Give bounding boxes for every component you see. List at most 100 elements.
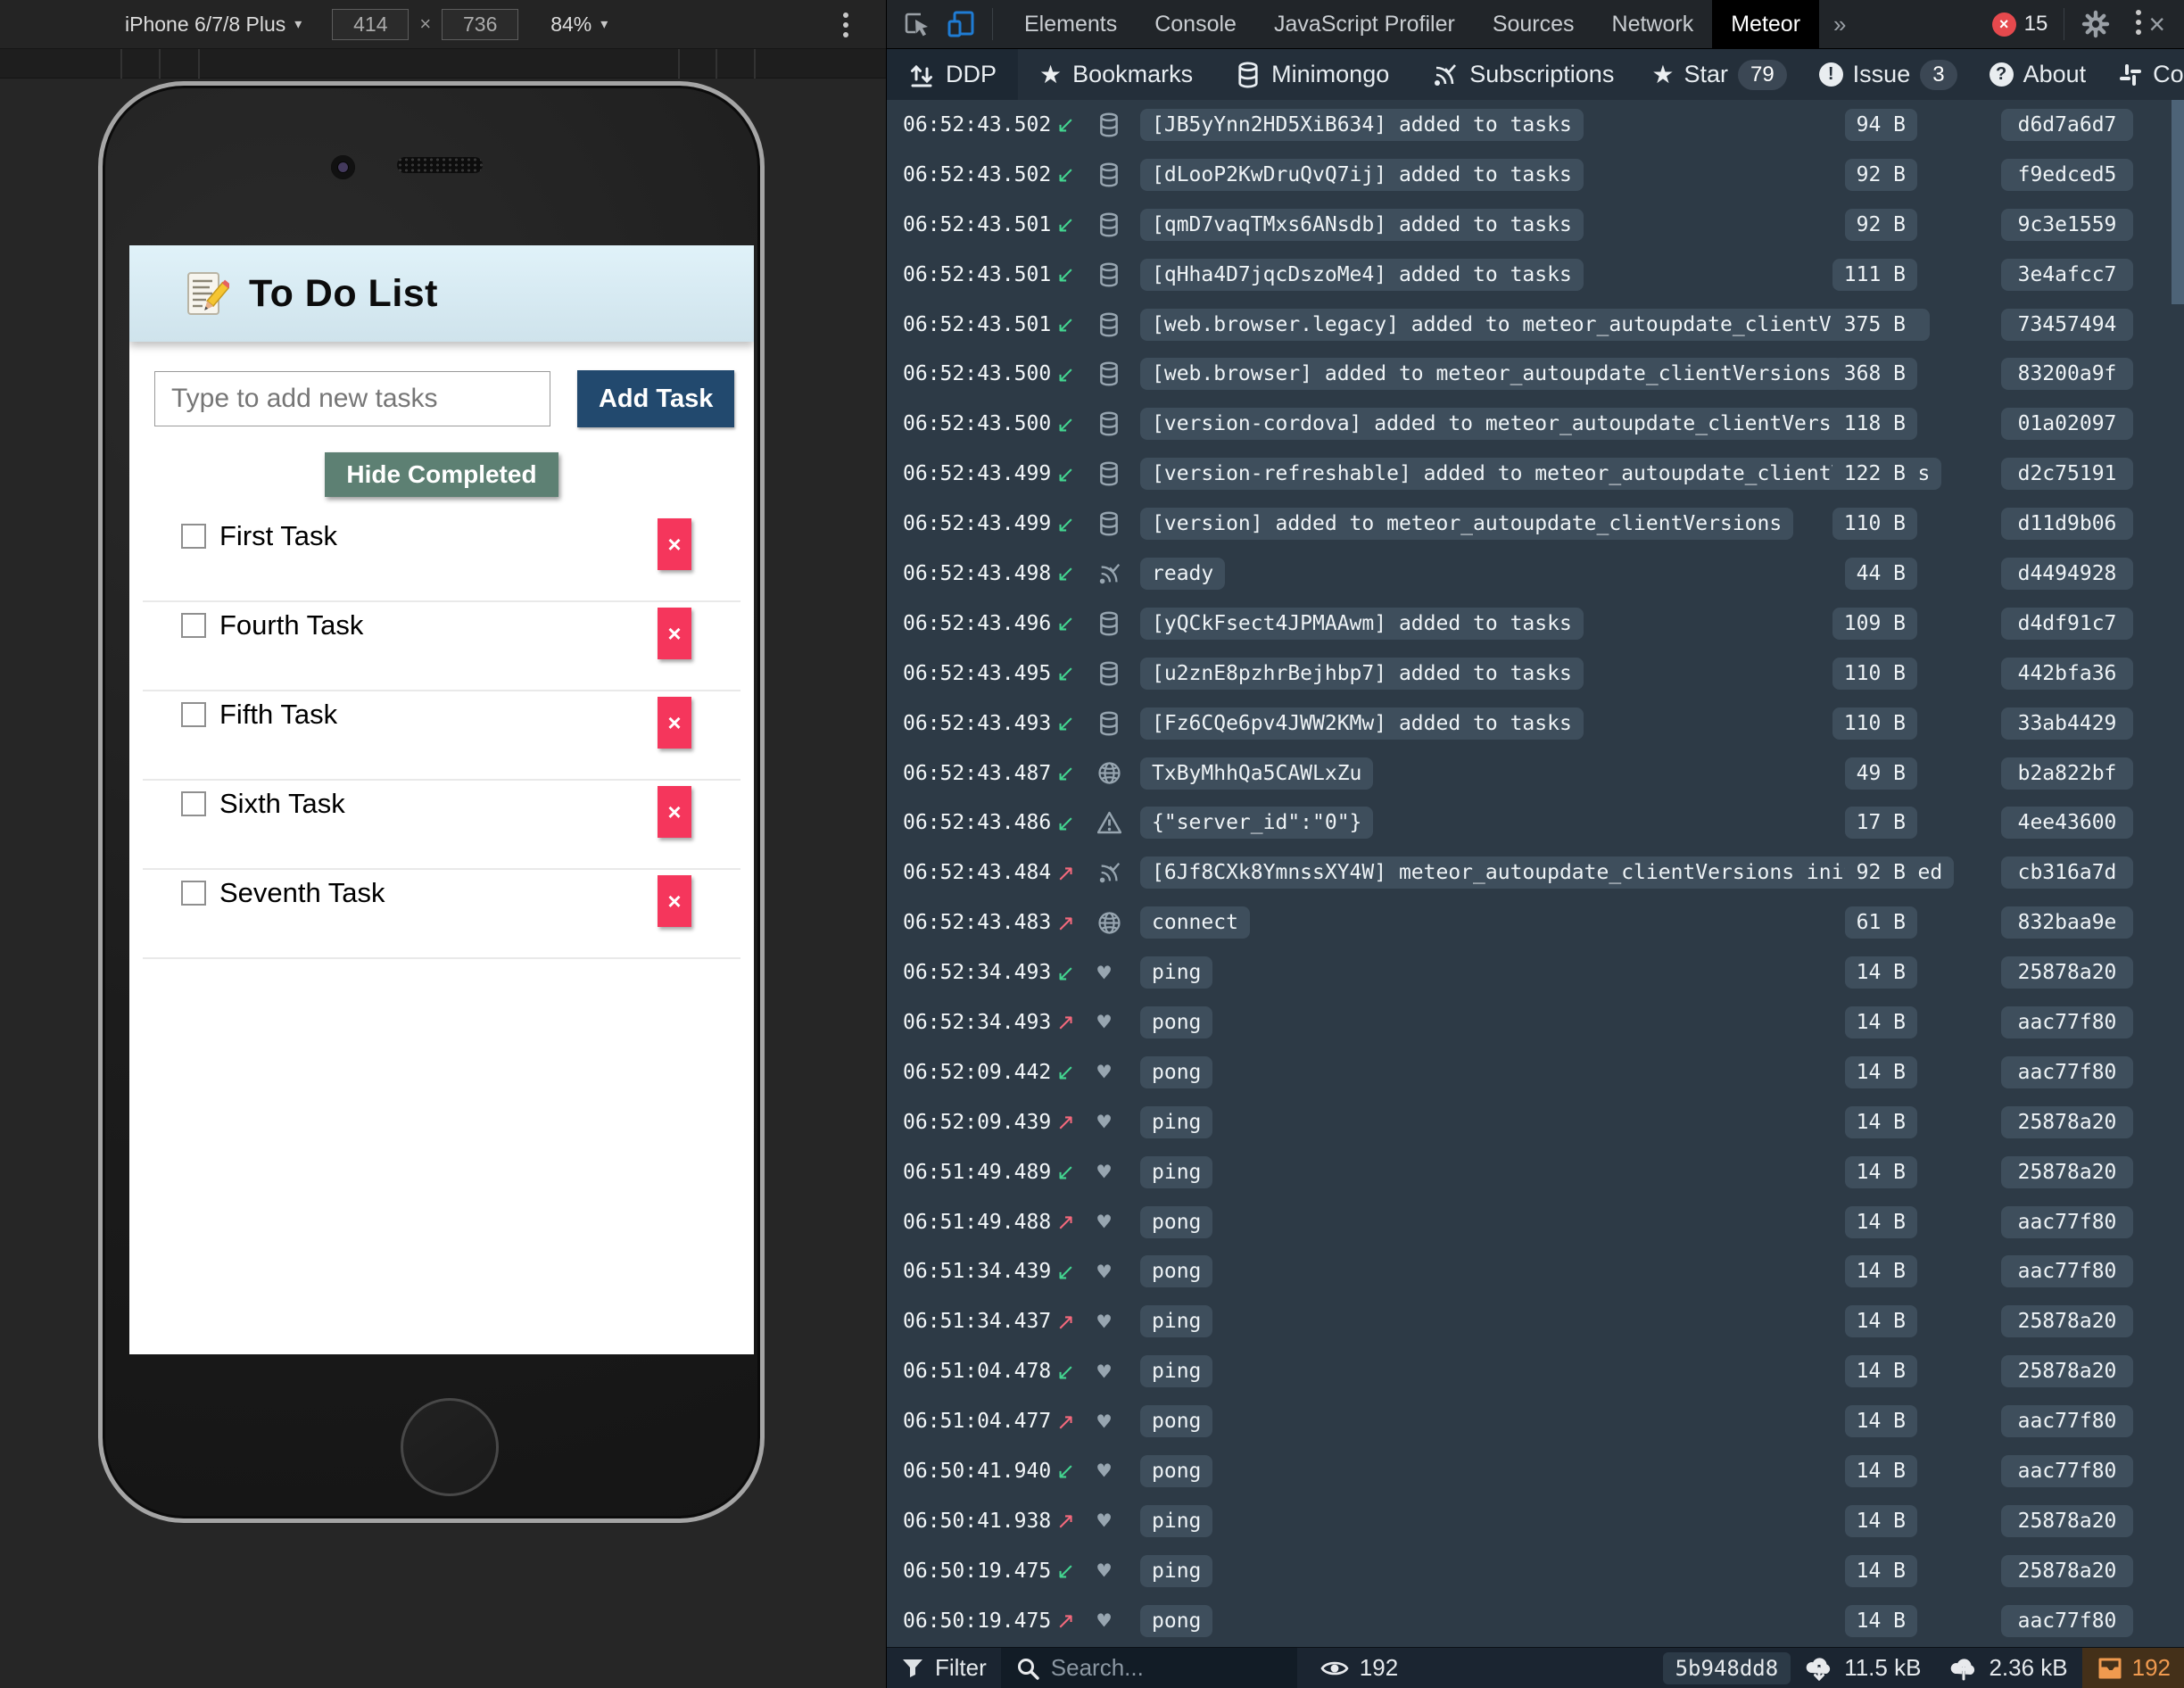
log-row[interactable]: 06:52:43.486 ↙ {"server_id":"0"} 17 B 4e… bbox=[887, 798, 2184, 848]
log-size: 61 B bbox=[1845, 906, 1917, 939]
log-row[interactable]: 06:52:43.502 ↙ [dLooP2KwDruQvQ7ij] added… bbox=[887, 150, 2184, 200]
log-row[interactable]: 06:52:43.496 ↙ [yQCkFsect4JPMAAwm] added… bbox=[887, 599, 2184, 649]
log-row[interactable]: 06:52:43.498 ↙ ready 44 B d4494928 bbox=[887, 549, 2184, 599]
log-row[interactable]: 06:52:43.499 ↙ [version-refreshable] add… bbox=[887, 449, 2184, 499]
hide-completed-button[interactable]: Hide Completed bbox=[325, 452, 558, 497]
tab-subscriptions[interactable]: Subscriptions bbox=[1410, 49, 1635, 100]
devtools-menu-button[interactable] bbox=[2136, 10, 2143, 39]
task-checkbox[interactable] bbox=[181, 613, 206, 638]
log-row[interactable]: 06:52:34.493 ↗ ♥ pong 14 B aac77f80 bbox=[887, 997, 2184, 1047]
scrollbar-thumb[interactable] bbox=[2172, 100, 2184, 304]
log-row[interactable]: 06:52:43.501 ↙ [qmD7vaqTMxs6ANsdb] added… bbox=[887, 200, 2184, 250]
delete-task-button[interactable]: × bbox=[658, 786, 691, 838]
message-type-icon: ♥ bbox=[1097, 1309, 1140, 1335]
log-row[interactable]: 06:52:34.493 ↙ ♥ ping 14 B 25878a20 bbox=[887, 947, 2184, 997]
tab-network[interactable]: Network bbox=[1593, 0, 1713, 49]
log-row[interactable]: 06:51:04.477 ↗ ♥ pong 14 B aac77f80 bbox=[887, 1396, 2184, 1446]
log-row[interactable]: 06:52:09.439 ↗ ♥ ping 14 B 25878a20 bbox=[887, 1097, 2184, 1147]
log-size: 44 B bbox=[1845, 558, 1917, 590]
session-id-badge[interactable]: 5b948dd8 bbox=[1663, 1652, 1791, 1684]
log-row[interactable]: 06:52:43.501 ↙ [qHha4D7jqcDszoMe4] added… bbox=[887, 250, 2184, 300]
task-checkbox[interactable] bbox=[181, 524, 206, 549]
delete-task-button[interactable]: × bbox=[658, 518, 691, 570]
close-devtools-button[interactable]: × bbox=[2148, 8, 2165, 41]
log-row[interactable]: 06:52:43.501 ↙ [web.browser.legacy] adde… bbox=[887, 300, 2184, 350]
gear-icon[interactable] bbox=[2081, 9, 2111, 39]
direction-arrow-icon: ↗ bbox=[1056, 1309, 1097, 1335]
community-button[interactable]: Community bbox=[2102, 61, 2184, 88]
log-timestamp: 06:52:34.493 bbox=[903, 1011, 1056, 1034]
log-row[interactable]: 06:51:34.437 ↗ ♥ ping 14 B 25878a20 bbox=[887, 1296, 2184, 1346]
task-checkbox[interactable] bbox=[181, 702, 206, 727]
tab-meteor[interactable]: Meteor bbox=[1712, 0, 1819, 49]
delete-task-button[interactable]: × bbox=[658, 875, 691, 927]
log-row[interactable]: 06:52:09.442 ↙ ♥ pong 14 B aac77f80 bbox=[887, 1047, 2184, 1097]
queued-messages-indicator[interactable]: 192 bbox=[2082, 1648, 2184, 1688]
message-type-icon bbox=[1097, 162, 1140, 187]
task-checkbox[interactable] bbox=[181, 791, 206, 816]
message-type-icon bbox=[1097, 312, 1140, 337]
log-timestamp: 06:51:49.489 bbox=[903, 1161, 1056, 1184]
log-row[interactable]: 06:50:41.938 ↗ ♥ ping 14 B 25878a20 bbox=[887, 1496, 2184, 1546]
log-row[interactable]: 06:52:43.500 ↙ [version-cordova] added t… bbox=[887, 399, 2184, 449]
device-zoom-select[interactable]: 84% ▾ bbox=[550, 12, 608, 37]
log-hash: aac77f80 bbox=[2001, 1455, 2133, 1487]
log-row[interactable]: 06:50:19.475 ↗ ♥ pong 14 B aac77f80 bbox=[887, 1596, 2184, 1646]
message-type-icon: ♥ bbox=[1097, 1608, 1140, 1634]
star-repo-button[interactable]: ★ Star 79 bbox=[1635, 60, 1802, 90]
log-row[interactable]: 06:52:43.483 ↗ connect 61 B 832baa9e bbox=[887, 898, 2184, 947]
delete-task-button[interactable]: × bbox=[658, 697, 691, 749]
task-checkbox[interactable] bbox=[181, 881, 206, 906]
log-row[interactable]: 06:52:43.493 ↙ [Fz6CQe6pv4JWW2KMw] added… bbox=[887, 699, 2184, 749]
add-task-button[interactable]: Add Task bbox=[577, 370, 734, 427]
chevron-down-icon: ▾ bbox=[294, 15, 302, 33]
device-toolbar-toggle-icon[interactable] bbox=[946, 9, 976, 39]
log-row[interactable]: 06:52:43.502 ↙ [JB5yYnn2HD5XiB634] added… bbox=[887, 100, 2184, 150]
log-row[interactable]: 06:52:43.487 ↙ TxByMhhQa5CAWLxZu 49 B b2… bbox=[887, 749, 2184, 798]
direction-arrow-icon: ↙ bbox=[1056, 1159, 1097, 1185]
log-row[interactable]: 06:51:49.488 ↗ ♥ pong 14 B aac77f80 bbox=[887, 1197, 2184, 1247]
log-row[interactable]: 06:50:41.940 ↙ ♥ pong 14 B aac77f80 bbox=[887, 1446, 2184, 1496]
tab-console[interactable]: Console bbox=[1136, 0, 1255, 49]
device-type-select[interactable]: iPhone 6/7/8 Plus ▾ bbox=[125, 12, 302, 37]
log-hash: 73457494 bbox=[2001, 309, 2133, 341]
tab-elements[interactable]: Elements bbox=[1005, 0, 1136, 49]
log-row[interactable]: 06:51:04.478 ↙ ♥ ping 14 B 25878a20 bbox=[887, 1346, 2184, 1396]
log-row[interactable]: 06:50:19.475 ↙ ♥ ping 14 B 25878a20 bbox=[887, 1546, 2184, 1596]
more-tabs-button[interactable]: » bbox=[1819, 11, 1860, 38]
filter-funnel-icon bbox=[901, 1657, 924, 1680]
log-message: [version] added to meteor_autoupdate_cli… bbox=[1140, 508, 1793, 540]
log-row[interactable]: 06:51:34.439 ↙ ♥ pong 14 B aac77f80 bbox=[887, 1246, 2184, 1296]
device-toolbar-menu-button[interactable] bbox=[843, 12, 850, 42]
log-row[interactable]: 06:51:49.489 ↙ ♥ ping 14 B 25878a20 bbox=[887, 1147, 2184, 1197]
tab-bookmarks[interactable]: ★ Bookmarks bbox=[1018, 49, 1214, 100]
tab-ddp[interactable]: DDP bbox=[887, 49, 1018, 100]
device-width-field[interactable] bbox=[332, 9, 409, 40]
log-row[interactable]: 06:52:43.495 ↙ [u2znE8pzhrBejhbp7] added… bbox=[887, 649, 2184, 699]
log-message: pong bbox=[1140, 1605, 1212, 1637]
tab-sources[interactable]: Sources bbox=[1474, 0, 1593, 49]
log-row[interactable]: 06:52:43.500 ↙ [web.browser] added to me… bbox=[887, 349, 2184, 399]
inspect-element-icon[interactable] bbox=[901, 9, 931, 39]
log-message: ping bbox=[1140, 956, 1212, 989]
log-row[interactable]: 06:52:43.484 ↗ [6Jf8CXk8YmnssXY4W] meteo… bbox=[887, 848, 2184, 898]
delete-task-button[interactable]: × bbox=[658, 608, 691, 659]
direction-arrow-icon: ↗ bbox=[1056, 1409, 1097, 1435]
message-type-icon: ♥ bbox=[1097, 1159, 1140, 1185]
about-button[interactable]: ? About bbox=[1973, 61, 2103, 88]
search-input[interactable] bbox=[1051, 1654, 1265, 1682]
log-hash: d6d7a6d7 bbox=[2001, 109, 2133, 141]
device-height-field[interactable] bbox=[442, 9, 518, 40]
tab-javascript-profiler[interactable]: JavaScript Profiler bbox=[1255, 0, 1474, 49]
log-row[interactable]: 06:52:43.499 ↙ [version] added to meteor… bbox=[887, 499, 2184, 549]
visible-messages-indicator: 192 bbox=[1306, 1648, 1412, 1688]
error-badge[interactable]: × 15 bbox=[1992, 12, 2048, 37]
new-task-input[interactable] bbox=[154, 371, 550, 426]
issue-button[interactable]: ! Issue 3 bbox=[1803, 60, 1973, 90]
task-row: Seventh Task × bbox=[143, 870, 740, 959]
search-box[interactable] bbox=[1001, 1648, 1297, 1688]
log-size: 111 B bbox=[1832, 259, 1917, 291]
direction-arrow-icon: ↙ bbox=[1056, 660, 1097, 686]
filter-button[interactable]: Filter bbox=[887, 1648, 1001, 1688]
tab-minimongo[interactable]: Minimongo bbox=[1214, 49, 1410, 100]
